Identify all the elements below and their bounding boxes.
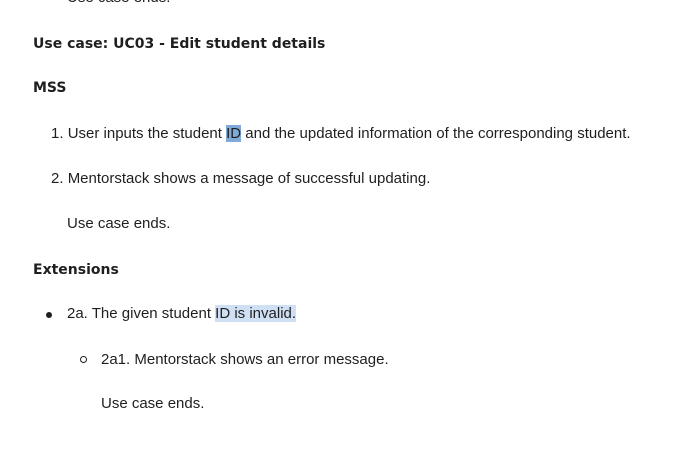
mss-step-2-number: 2. (51, 170, 64, 187)
bullet-circle-icon (80, 356, 87, 363)
extension-item-2a1: 2a1. Mentorstack shows an error message. (101, 351, 389, 368)
mss-step-1-text-after: and the updated information of the corre… (241, 125, 631, 142)
mss-heading: MSS (33, 80, 67, 96)
document-page: Use case ends. Use case: UC03 - Edit stu… (0, 0, 675, 462)
mss-step-1-text-before: User inputs the student (67, 125, 227, 142)
mss-step-1-number: 1. (51, 125, 64, 142)
mss-step-2: 2. Mentorstack shows a message of succes… (51, 169, 430, 189)
extension-2a-selected-text: ID is invalid. (215, 305, 297, 322)
extension-item-2a: 2a. The given student ID is invalid. (67, 304, 297, 324)
mss-step-1: 1. User inputs the student ID and the up… (51, 124, 631, 144)
use-case-heading: Use case: UC03 - Edit student details (33, 36, 326, 52)
extension-2a-text-before: 2a. The given student (67, 305, 216, 322)
extensions-heading: Extensions (33, 262, 119, 278)
bullet-disc-icon (46, 312, 52, 318)
mss-use-case-ends: Use case ends. (67, 215, 171, 232)
clipped-use-case-ends: Use case ends. (67, 0, 170, 8)
mss-step-1-selected-text: ID (226, 125, 242, 142)
extension-use-case-ends: Use case ends. (101, 395, 205, 412)
mss-step-2-text: Mentorstack shows a message of successfu… (67, 170, 431, 187)
